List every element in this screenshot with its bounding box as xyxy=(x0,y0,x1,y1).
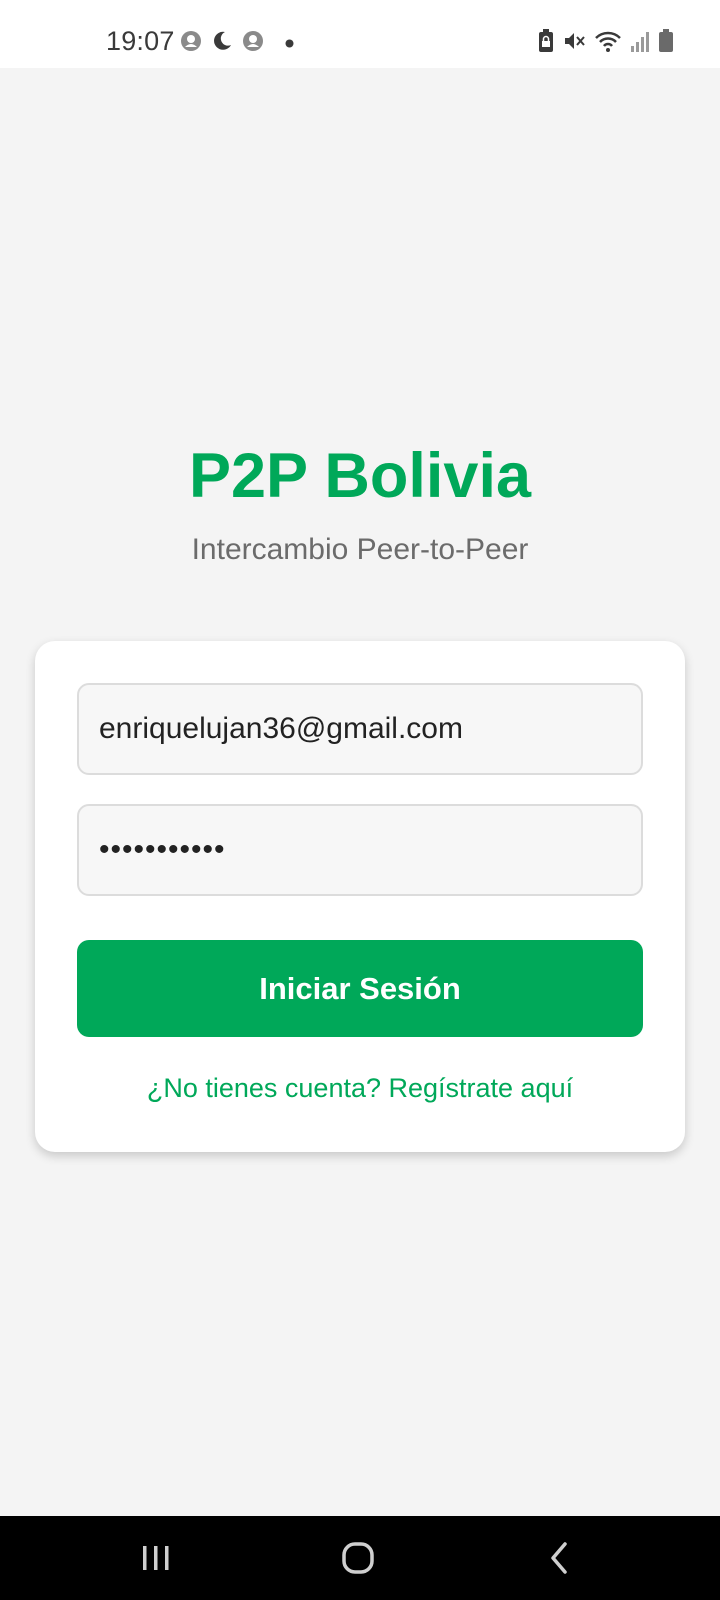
wifi-icon xyxy=(594,29,622,58)
status-right-icons xyxy=(538,29,674,58)
recent-apps-icon[interactable] xyxy=(141,1538,171,1583)
register-link[interactable]: ¿No tienes cuenta? Regístrate aquí xyxy=(35,1073,685,1104)
status-bar: 19:07 xyxy=(0,0,720,68)
status-left-icons xyxy=(180,30,294,57)
email-field[interactable] xyxy=(77,683,643,775)
home-icon[interactable] xyxy=(341,1538,375,1583)
lock-battery-icon xyxy=(538,29,554,58)
battery-icon xyxy=(658,29,674,58)
profile-circle-icon xyxy=(180,30,202,57)
password-field[interactable] xyxy=(77,804,643,896)
signal-icon xyxy=(630,30,650,57)
login-card: Iniciar Sesión ¿No tienes cuenta? Regíst… xyxy=(35,641,685,1152)
login-button[interactable]: Iniciar Sesión xyxy=(77,940,643,1037)
profile-circle-icon xyxy=(242,30,264,57)
dot-icon xyxy=(285,35,294,53)
mute-icon xyxy=(562,29,586,58)
moon-icon xyxy=(211,30,233,57)
app-title: P2P Bolivia xyxy=(188,441,531,511)
back-icon[interactable] xyxy=(547,1538,571,1583)
status-time: 19:07 xyxy=(106,26,175,56)
app-subtitle: Intercambio Peer-to-Peer xyxy=(191,533,529,566)
system-nav-bar xyxy=(0,1516,720,1600)
